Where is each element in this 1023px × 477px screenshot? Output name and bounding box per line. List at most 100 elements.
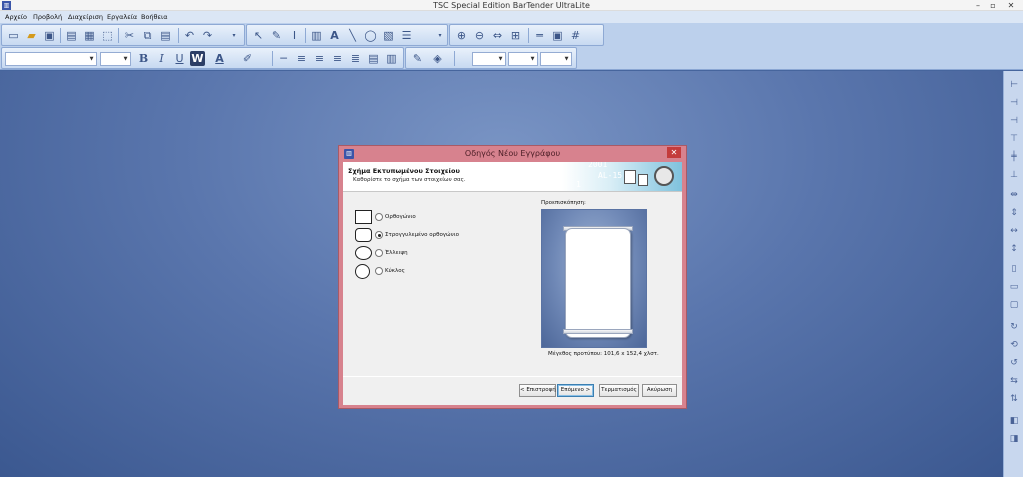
menu-tools[interactable]: Εργαλεία (107, 11, 137, 23)
finish-button[interactable]: Τερματισμός (599, 384, 639, 397)
fit-window-icon[interactable]: ⊞ (508, 28, 523, 43)
database-tool-icon[interactable]: ☰ (399, 28, 414, 43)
border-style-combo[interactable]: ▼ (540, 52, 572, 66)
same-width-icon[interactable]: ▯ (1007, 263, 1021, 276)
toolbar-separator (528, 28, 529, 43)
toolbar-separator (178, 28, 179, 43)
rotate-left-icon[interactable]: ↺ (1007, 357, 1021, 370)
standard-toolbar: ▭ ▰ ▣ ▤ ▦ ⬚ ✂ ⧉ ▤ ↶ ↷ ▾ (1, 24, 245, 46)
fill-color-icon[interactable]: ◈ (430, 51, 445, 66)
align-right-edges-icon[interactable]: ⊣ (1007, 115, 1021, 128)
rotate-180-icon[interactable]: ⟲ (1007, 339, 1021, 352)
font-size-combo[interactable]: ▼ (100, 52, 131, 66)
align-center-icon[interactable]: ≡ (312, 51, 327, 66)
align-top-icon[interactable]: ⊤ (1007, 133, 1021, 146)
menu-help[interactable]: Βοήθεια (141, 11, 168, 23)
align-middle-icon[interactable]: ╪ (1007, 151, 1021, 164)
shape-option-ellipse[interactable]: Έλλειψη (355, 246, 535, 262)
same-size-icon[interactable]: ▢ (1007, 299, 1021, 312)
text-tool-icon[interactable]: A (327, 28, 342, 43)
align-line-icon[interactable]: ─ (276, 51, 291, 66)
text-cursor-icon[interactable]: I (287, 28, 302, 43)
highlight-icon[interactable]: ✐ (240, 51, 255, 66)
font-color-button[interactable]: A (212, 51, 227, 66)
flip-vertical-icon[interactable]: ⇅ (1007, 393, 1021, 406)
back-button[interactable]: < Επιστροφή (519, 384, 556, 397)
barcode-icon[interactable]: ▥ (309, 28, 324, 43)
paste-icon[interactable]: ▤ (158, 28, 173, 43)
radio-ellipse[interactable] (375, 249, 383, 257)
print-icon[interactable]: ▦ (82, 28, 97, 43)
radio-circle[interactable] (375, 267, 383, 275)
brush-icon[interactable]: ✎ (269, 28, 284, 43)
flip-horizontal-icon[interactable]: ⇆ (1007, 375, 1021, 388)
line-width-combo[interactable]: ▼ (472, 52, 506, 66)
print-setup-icon[interactable]: ⬚ (100, 28, 115, 43)
line-style-combo[interactable]: ▼ (508, 52, 538, 66)
window-title: TSC Special Edition BarTender UltraLite (433, 1, 590, 10)
rotate-right-icon[interactable]: ↻ (1007, 321, 1021, 334)
align-left-icon[interactable]: ≡ (294, 51, 309, 66)
menu-administer[interactable]: Διαχείριση (68, 11, 103, 23)
image-tool-icon[interactable]: ▧ (381, 28, 396, 43)
cut-icon[interactable]: ✂ (122, 28, 137, 43)
chevron-down-icon: ▼ (530, 56, 535, 62)
bold-button[interactable]: B (136, 51, 151, 66)
italic-button[interactable]: I (154, 51, 169, 66)
redo-icon[interactable]: ↷ (200, 28, 215, 43)
distribute-icon[interactable]: ▤ (366, 51, 381, 66)
align-left-edges-icon[interactable]: ⊢ (1007, 79, 1021, 92)
align-bottom-icon[interactable]: ⊥ (1007, 169, 1021, 182)
menu-view[interactable]: Προβολή (33, 11, 62, 23)
shape-option-circle[interactable]: Κύκλος (355, 264, 535, 280)
cancel-button[interactable]: Ακύρωση (642, 384, 677, 397)
send-back-icon[interactable]: ◨ (1007, 433, 1021, 446)
shape-option-rounded-rectangle[interactable]: Στρογγυλεμένο ορθογώνιο (355, 228, 535, 244)
line-color-icon[interactable]: ✎ (410, 51, 425, 66)
copy-icon[interactable]: ⧉ (140, 28, 155, 43)
center-horizontal-icon[interactable]: ↔ (1007, 225, 1021, 238)
open-folder-icon[interactable]: ▰ (24, 28, 39, 43)
minimize-button[interactable]: – (971, 0, 985, 11)
font-name-combo[interactable]: ▼ (5, 52, 97, 66)
text-frame-icon[interactable]: ▥ (384, 51, 399, 66)
snap-icon[interactable]: ▣ (550, 28, 565, 43)
radio-rectangle[interactable] (375, 213, 383, 221)
toolbar-separator (454, 51, 455, 66)
close-button[interactable]: ✕ (1004, 0, 1018, 11)
bring-front-icon[interactable]: ◧ (1007, 415, 1021, 428)
underline-button[interactable]: U (172, 51, 187, 66)
undo-icon[interactable]: ↶ (182, 28, 197, 43)
radio-rounded-rectangle[interactable] (375, 231, 383, 239)
print-preview-icon[interactable]: ▤ (64, 28, 79, 43)
space-vertical-icon[interactable]: ⇕ (1007, 207, 1021, 220)
grid-icon[interactable]: # (568, 28, 583, 43)
toolbar-options-icon[interactable]: ▾ (434, 28, 446, 43)
restore-button[interactable]: ▫ (986, 0, 1000, 11)
wizard-step-title: Σχήμα Εκτυπωμένου Στοιχείου (348, 167, 460, 175)
wordwrap-button[interactable]: W (190, 51, 205, 66)
shape-label: Ορθογώνιο (385, 214, 416, 220)
save-icon[interactable]: ▣ (42, 28, 57, 43)
shape-tool-icon[interactable]: ◯ (363, 28, 378, 43)
shape-option-rectangle[interactable]: Ορθογώνιο (355, 210, 535, 226)
ruler-icon[interactable]: ═ (532, 28, 547, 43)
toolbar-options-icon[interactable]: ▾ (228, 28, 240, 43)
new-document-icon[interactable]: ▭ (6, 28, 21, 43)
zoom-out-icon[interactable]: ⊖ (472, 28, 487, 43)
align-right-icon[interactable]: ≡ (330, 51, 345, 66)
new-document-wizard-dialog: ▥ Οδηγός Νέου Εγγράφου ✕ Σχήμα Εκτυπωμέν… (338, 145, 687, 409)
zoom-in-icon[interactable]: ⊕ (454, 28, 469, 43)
dialog-close-button[interactable]: ✕ (667, 147, 681, 158)
zoom-page-icon[interactable]: ⇔ (490, 28, 505, 43)
menu-file[interactable]: Αρχείο (5, 11, 27, 23)
align-centers-icon[interactable]: ⊣ (1007, 97, 1021, 110)
justify-icon[interactable]: ≣ (348, 51, 363, 66)
same-height-icon[interactable]: ▭ (1007, 281, 1021, 294)
next-button[interactable]: Επόμενο > (557, 384, 594, 397)
line-tool-icon[interactable]: ╲ (345, 28, 360, 43)
center-vertical-icon[interactable]: ↕ (1007, 243, 1021, 256)
select-pointer-icon[interactable]: ↖ (251, 28, 266, 43)
wizard-header: Σχήμα Εκτυπωμένου Στοιχείου Καθορίστε το… (343, 162, 682, 192)
space-horizontal-icon[interactable]: ⇹ (1007, 189, 1021, 202)
